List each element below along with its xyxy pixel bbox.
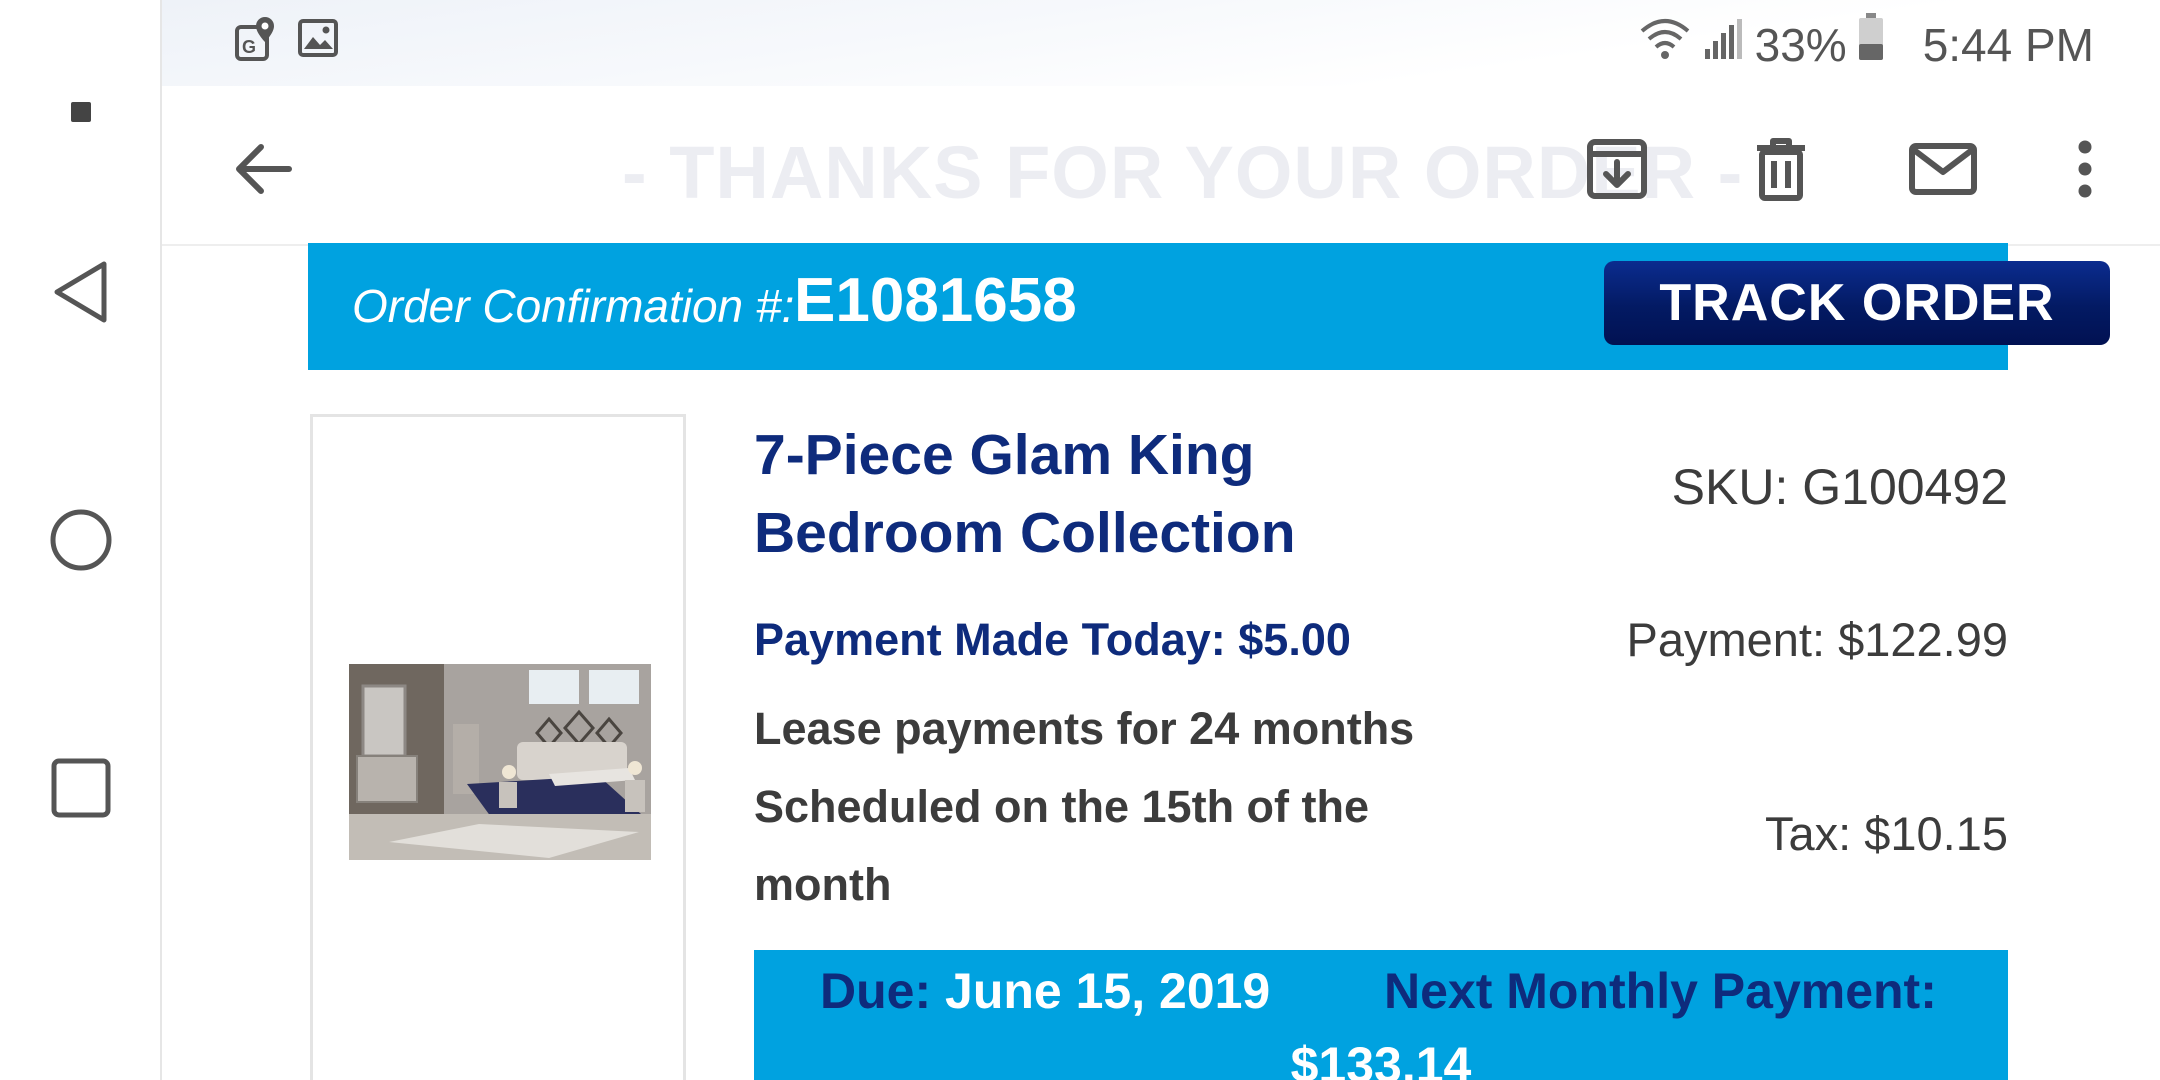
system-status: 33% 5:44 PM	[1639, 12, 2094, 77]
payment-made-today: Payment Made Today: $5.00	[754, 614, 1351, 665]
battery-icon	[1857, 12, 1885, 77]
maps-notification-icon: G	[234, 15, 278, 67]
back-arrow-icon[interactable]	[218, 124, 308, 214]
mail-icon[interactable]	[1898, 124, 1988, 214]
product-image-card	[310, 414, 686, 1080]
archive-icon[interactable]	[1572, 124, 1662, 214]
tax-amount: Tax: $10.15	[1764, 807, 2008, 860]
signal-icon	[1701, 14, 1745, 76]
confirmation-number: E1081658	[794, 266, 1077, 335]
menu-dot-icon[interactable]	[41, 72, 121, 152]
notification-icons: G	[234, 15, 340, 67]
delete-icon[interactable]	[1736, 124, 1826, 214]
due-label: Due:	[820, 963, 932, 1019]
more-vert-icon[interactable]	[2040, 124, 2130, 214]
due-date: June 15, 2019	[945, 963, 1271, 1019]
next-payment-amount: $133.14	[1290, 1037, 1472, 1080]
lease-terms: Lease payments for 24 months Scheduled o…	[754, 703, 1415, 910]
battery-percent: 33%	[1754, 18, 1847, 71]
status-bar: G 33% 5:44 PM	[162, 0, 2160, 86]
product-image[interactable]	[349, 664, 651, 860]
product-title[interactable]: 7-Piece Glam King Bedroom Collection	[754, 416, 1454, 572]
system-navigation-bar	[0, 0, 162, 1080]
sku: SKU: G100492	[1671, 459, 2008, 515]
gallery-notification-icon	[296, 15, 340, 67]
recents-square-icon[interactable]	[41, 748, 121, 828]
email-view: G 33% 5:44 PM - THANKS FOR YOUR ORDER - …	[162, 0, 2160, 1080]
faded-heading: - THANKS FOR YOUR ORDER -	[622, 131, 1744, 214]
wifi-icon	[1639, 14, 1691, 76]
due-bar: Due: June 15, 2019 Next Monthly Payment:…	[754, 950, 2008, 1080]
svg-text:G: G	[242, 37, 256, 57]
payment-amount: Payment: $122.99	[1626, 613, 2009, 666]
order-confirmation-banner: Order Confirmation #: E1081658 TRACK ORD…	[308, 243, 2110, 370]
back-triangle-icon[interactable]	[41, 252, 121, 332]
home-circle-icon[interactable]	[41, 500, 121, 580]
confirmation-label: Order Confirmation #:	[352, 280, 795, 332]
due-info: Due: June 15, 2019	[820, 962, 1270, 1020]
next-payment-label: Next Monthly Payment:	[1384, 963, 1937, 1019]
track-order-button[interactable]: TRACK ORDER	[1604, 261, 2110, 345]
clock: 5:44 PM	[1922, 18, 2094, 71]
email-toolbar: - THANKS FOR YOUR ORDER -	[162, 86, 2160, 246]
